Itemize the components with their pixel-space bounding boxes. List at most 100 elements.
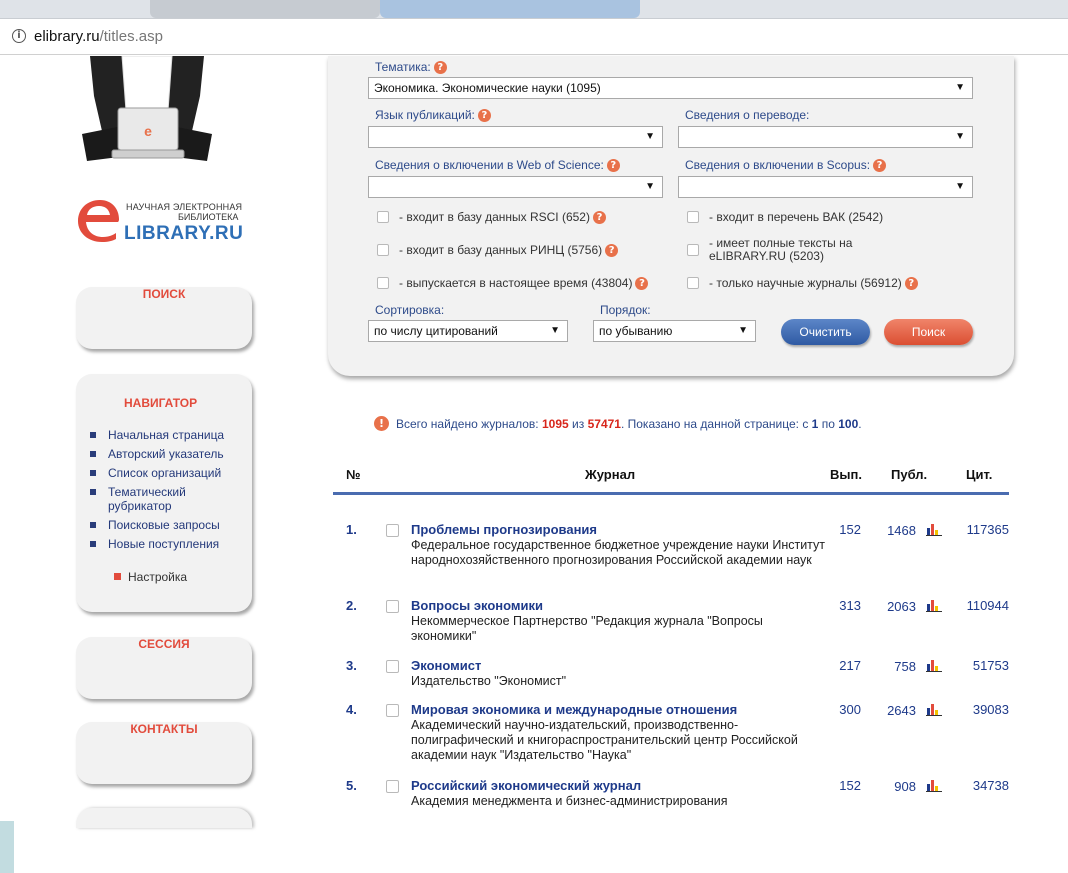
nav-item-label: Тематический рубрикатор [108, 485, 186, 513]
search-button[interactable]: Поиск [884, 319, 973, 345]
row-checkbox[interactable] [386, 780, 399, 793]
row-number: 2. [346, 598, 357, 613]
journal-title-link[interactable]: Экономист [411, 658, 481, 673]
bar-chart-icon[interactable] [926, 702, 942, 716]
checkbox-box[interactable] [687, 277, 699, 289]
summary-from: 1 [811, 417, 819, 431]
contacts-nav-button[interactable]: КОНТАКТЫ [76, 722, 252, 784]
publications-count[interactable]: 1468 [871, 523, 916, 538]
checkbox-box[interactable] [377, 244, 389, 256]
help-icon[interactable]: ? [477, 109, 491, 123]
session-nav-button[interactable]: СЕССИЯ [76, 637, 252, 699]
dropdown-arrow-icon: ▼ [738, 325, 748, 336]
laptop-logo-letter: e [144, 123, 152, 139]
site-info-icon[interactable]: i [12, 29, 26, 43]
translation-select[interactable]: ▼ [678, 126, 973, 148]
clear-button[interactable]: Очистить [781, 319, 870, 345]
nav-item-label: Авторский указатель [108, 447, 224, 461]
bar-chart-icon[interactable] [926, 658, 942, 672]
checkbox-box[interactable] [687, 244, 699, 256]
elibrary-logo[interactable]: НАУЧНАЯ ЭЛЕКТРОННАЯ БИБЛИОТЕКА LIBRARY.R… [78, 196, 258, 244]
help-icon[interactable]: ? [904, 277, 918, 291]
col-header-citations[interactable]: Цит. [966, 467, 992, 482]
help-icon[interactable]: ? [873, 159, 887, 173]
publications-count[interactable]: 758 [871, 659, 916, 674]
dropdown-arrow-icon: ▼ [550, 325, 560, 336]
bar-chart-icon[interactable] [926, 598, 942, 612]
publications-count[interactable]: 2063 [871, 599, 916, 614]
settings-link[interactable]: Настройка [114, 570, 187, 584]
nav-item-label: Новые поступления [108, 537, 220, 551]
issues-count[interactable]: 300 [821, 702, 861, 717]
summary-of: из [572, 417, 585, 431]
nav-item-organizations[interactable]: Список организаций [88, 466, 248, 480]
nav-item-home[interactable]: Начальная страница [88, 428, 248, 442]
issues-count[interactable]: 152 [821, 778, 861, 793]
nav-item-label: Поисковые запросы [108, 518, 220, 532]
issues-count[interactable]: 217 [821, 658, 861, 673]
citations-count[interactable]: 117365 [951, 522, 1009, 537]
bullet-icon [90, 432, 96, 438]
checkbox-box[interactable] [377, 277, 389, 289]
journal-title-link[interactable]: Мировая экономика и международные отноше… [411, 702, 737, 717]
navigator-panel: НАВИГАТОР Начальная страница Авторский у… [76, 374, 252, 612]
rsci-checkbox-label: - входит в базу данных RSCI (652)? [399, 210, 606, 225]
address-bar[interactable]: i elibrary.ru/titles.asp [0, 19, 1068, 55]
journal-title-link[interactable]: Проблемы прогнозирования [411, 522, 597, 537]
topic-select[interactable]: Экономика. Экономические науки (1095) ▼ [368, 77, 973, 99]
checkbox-box[interactable] [377, 211, 389, 223]
citations-count[interactable]: 110944 [951, 598, 1009, 613]
issues-count[interactable]: 152 [821, 522, 861, 537]
checkbox-box[interactable] [687, 211, 699, 223]
next-nav-button-partial[interactable] [76, 808, 252, 828]
journal-title-link[interactable]: Российский экономический журнал [411, 778, 641, 793]
navigator-list: Начальная страница Авторский указатель С… [88, 428, 248, 556]
help-icon[interactable]: ? [433, 61, 447, 75]
help-icon[interactable]: ? [605, 244, 619, 258]
bar-chart-icon[interactable] [926, 522, 942, 536]
row-checkbox[interactable] [386, 524, 399, 537]
citations-count[interactable]: 51753 [951, 658, 1009, 673]
row-checkbox[interactable] [386, 660, 399, 673]
dropdown-arrow-icon: ▼ [645, 181, 655, 192]
col-header-journal[interactable]: Журнал [585, 467, 635, 482]
nav-item-queries[interactable]: Поисковые запросы [88, 518, 248, 532]
journal-title-link[interactable]: Вопросы экономики [411, 598, 543, 613]
vak-checkbox-label: - входит в перечень ВАК (2542) [709, 210, 884, 224]
col-header-issues[interactable]: Вып. [830, 467, 862, 482]
col-header-publications[interactable]: Публ. [891, 467, 927, 482]
url-path: /titles.asp [99, 28, 163, 45]
scopus-select[interactable]: ▼ [678, 176, 973, 198]
url-text[interactable]: elibrary.ru/titles.asp [34, 28, 163, 45]
search-filter-panel: Тематика:? Экономика. Экономические наук… [328, 56, 1014, 376]
nav-item-label: Список организаций [108, 466, 222, 480]
nav-item-authors[interactable]: Авторский указатель [88, 447, 248, 461]
publications-count[interactable]: 908 [871, 779, 916, 794]
dropdown-arrow-icon: ▼ [955, 131, 965, 142]
language-select[interactable]: ▼ [368, 126, 663, 148]
nav-item-rubricator[interactable]: Тематический рубрикатор [88, 485, 248, 513]
language-label: Язык публикаций:? [375, 108, 491, 123]
bar-chart-icon[interactable] [926, 778, 942, 792]
help-icon[interactable]: ? [592, 211, 606, 225]
order-select[interactable]: по убыванию ▼ [593, 320, 756, 342]
summary-to-word: по [821, 417, 835, 431]
browser-tab-active[interactable] [380, 0, 640, 18]
browser-tab[interactable] [150, 0, 380, 18]
wos-select[interactable]: ▼ [368, 176, 663, 198]
rinc-text: - входит в базу данных РИНЦ (5756) [399, 243, 603, 257]
summary-text: Всего найдено журналов: 1095 из 57471. П… [396, 417, 862, 431]
sort-select[interactable]: по числу цитирований ▼ [368, 320, 568, 342]
help-icon[interactable]: ? [635, 277, 649, 291]
citations-count[interactable]: 39083 [951, 702, 1009, 717]
citations-count[interactable]: 34738 [951, 778, 1009, 793]
search-nav-button[interactable]: ПОИСК [76, 287, 252, 349]
issues-count[interactable]: 313 [821, 598, 861, 613]
help-icon[interactable]: ? [606, 159, 620, 173]
publications-count[interactable]: 2643 [871, 703, 916, 718]
nav-item-new[interactable]: Новые поступления [88, 537, 248, 551]
col-header-num: № [346, 467, 361, 482]
sort-select-value: по числу цитирований [374, 324, 498, 338]
row-checkbox[interactable] [386, 704, 399, 717]
row-checkbox[interactable] [386, 600, 399, 613]
